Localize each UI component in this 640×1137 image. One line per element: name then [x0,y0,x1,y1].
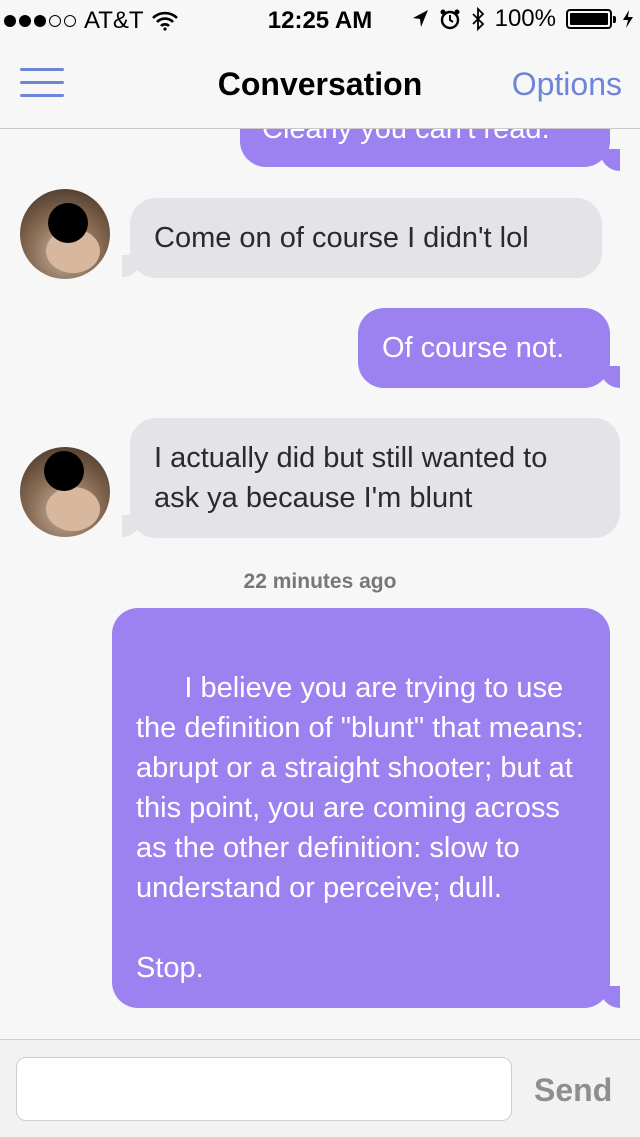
alarm-icon [440,9,460,30]
signal-dots-icon [4,15,76,27]
send-button[interactable]: Send [534,1072,612,1109]
menu-icon[interactable] [20,68,64,102]
compose-bar: Send [0,1039,640,1137]
battery-percentage: 100% [494,5,556,32]
status-bar: AT&T 12:25 AM 100% [0,0,640,40]
message-text: Clearly you can't read. [262,129,550,145]
message-text: I actually did but still wanted to ask y… [154,442,548,514]
carrier-label: AT&T [84,7,144,34]
avatar[interactable] [20,189,110,279]
message-input[interactable] [16,1057,512,1121]
avatar[interactable] [20,447,110,537]
message-list[interactable]: Clearly you can't read. Come on of cours… [0,129,640,1039]
message-text: Come on of course I didn't lol [154,222,529,254]
wifi-icon [151,11,178,31]
charging-bolt-icon [623,10,633,28]
battery-icon [566,9,616,29]
message-text: I believe you are trying to use the defi… [136,672,584,984]
message-timestamp: 22 minutes ago [243,570,397,593]
location-arrow-icon [412,10,428,27]
options-button[interactable]: Options [512,66,622,103]
bluetooth-icon [471,7,484,31]
navigation-bar: Conversation Options [0,40,640,129]
message-text: Of course not. [382,332,565,364]
